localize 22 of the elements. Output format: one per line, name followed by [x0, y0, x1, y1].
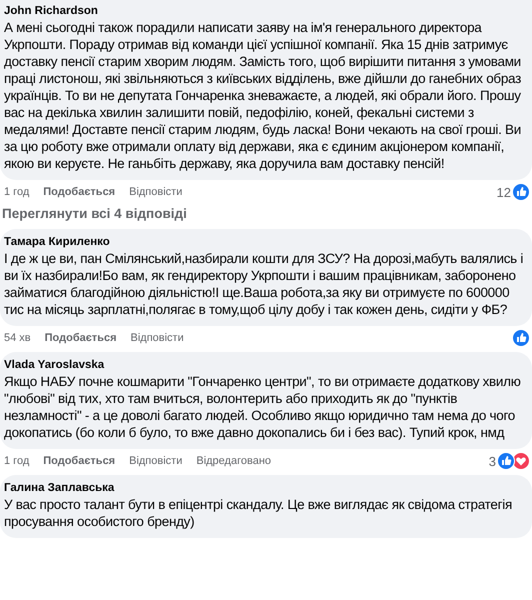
comment-text: У вас просто талант бути в епіцентрі скандалу. Це вже виглядає як свідома стратегія просування особистого бренду) — [4, 496, 513, 530]
reaction-count[interactable]: 12 — [496, 184, 511, 200]
reaction-count[interactable]: 3 — [488, 454, 496, 468]
author-name[interactable]: Vlada Yaroslavska — [4, 358, 526, 373]
like-link[interactable]: Подобається — [43, 186, 116, 198]
author-name[interactable]: Галина Заплавська — [4, 481, 526, 496]
author-name[interactable]: John Richardson — [4, 4, 526, 19]
comment-text: А мені сьогодні також порадили написати заяву на ім'я генерального директора Укрпошти. Пораду отримав від команди цієї успішної компанії. Яка 15 днів затримує доставку пенсії старим хворим людям. Замість того, щоб вирішити питання з умовами праці листонош, які звільняються з київських відділень, вже дійшли до ганебних образ українців. То ви не депутата Гончаренка зневажаєте, а людей, які обрали його. Прошу вас на декілька хвилин залишити повій, педофілію, коней, фекальні системи з медалями! Доставте пенсії старим людям, будь ласка! Вони чекають на свої гроші. Ви за цю роботу вже отримали оплату від держави, яка є єдиним акціонером компанії, якою ви керуєте. Не ганьбіть державу, яка доручила вам доставку пенсій! — [4, 19, 522, 172]
reply-link[interactable]: Відповісти — [130, 332, 184, 344]
like-link[interactable]: Подобається — [43, 455, 116, 467]
comment-time[interactable]: 1 год — [4, 455, 30, 467]
view-replies-link[interactable]: Переглянути всі 4 відповіді — [0, 204, 532, 227]
thumbs-up-icon — [497, 452, 515, 470]
reply-link[interactable]: Відповісти — [129, 455, 182, 467]
reply-link[interactable]: Відповісти — [129, 186, 182, 198]
like-link[interactable]: Подобається — [44, 332, 116, 344]
author-name[interactable]: Тамара Кириленко — [4, 235, 526, 250]
comment-time[interactable]: 1 год — [4, 186, 30, 198]
comment-time[interactable]: 54 хв — [4, 332, 31, 344]
edited-label: Відредаговано — [196, 455, 272, 467]
comment-text: І де ж це ви, пан Смілянський,назбирали кошти для ЗСУ? На дорозі,мабуть валялись і ви їх назбирали!Бо вам, як гендиректору Укрпошти і вашим працівникам, заборонено займатися благодійною діяльністю!І ще.Ваша робота,за яку ви отримуєте по 600000 тис на місяць зарплатні,полягає в тому,щоб цілу добу і так кожен день, сидіти у ФБ? — [4, 250, 524, 318]
comment-text: Якщо НАБУ почне кошмарити "Гончаренко центри", то ви отримаєте додаткову хвилю "любові" від тих, хто там вчиться, волонтерить або приходить як до "пунктів незламності" - а це доволі багато людей. Особливо якщо юридично там нема до чого докопатись (бо коли б було, то вже давно докопались би і без вас). Тупий крок, нмд — [4, 373, 522, 441]
